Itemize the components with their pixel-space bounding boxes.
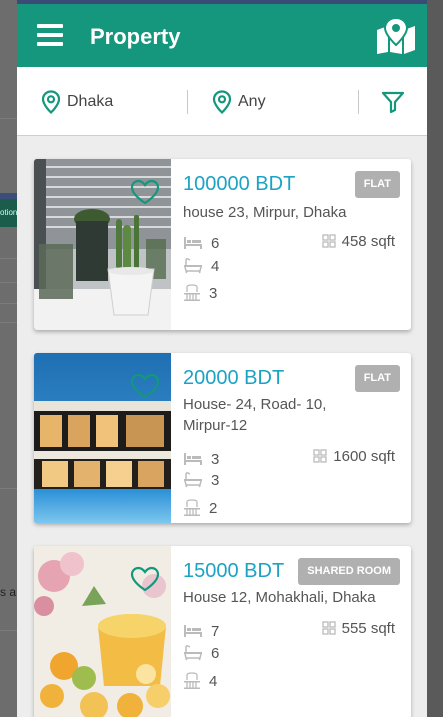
balcony-icon	[184, 672, 200, 689]
listing-area: 458 sqft	[321, 231, 395, 251]
balcony-icon	[184, 499, 200, 516]
divider	[187, 90, 188, 114]
bathroom-count: 3	[183, 470, 219, 490]
filter-bar: Dhaka Any	[17, 67, 427, 136]
background-page-left: otion s a	[0, 0, 17, 717]
bedroom-count: 7	[183, 621, 219, 641]
filter-icon[interactable]	[381, 91, 405, 113]
listing-address: House- 24, Road- 10, Mirpur-12	[183, 396, 327, 434]
bathroom-count: 6	[183, 643, 219, 663]
page-title: Property	[90, 24, 181, 49]
listing-card[interactable]: 100000 BDT FLAT house 23, Mirpur, Dhaka …	[34, 159, 411, 330]
favorite-heart-icon[interactable]	[130, 179, 160, 205]
bedroom-count: 3	[183, 449, 219, 469]
background-page-right	[427, 0, 443, 717]
balcony-count: 2	[183, 498, 217, 518]
listing-card[interactable]: 20000 BDT FLAT House- 24, Road- 10, Mirp…	[34, 353, 411, 523]
listing-type-badge: FLAT	[354, 171, 400, 198]
listing-price: 100000 BDT	[183, 173, 296, 195]
area-grid-icon	[313, 449, 327, 463]
background-text-fragment: otion	[0, 208, 17, 217]
balcony-count: 3	[183, 283, 217, 303]
bathtub-icon	[184, 645, 202, 661]
bed-icon	[184, 237, 202, 249]
location-pin-icon	[41, 90, 61, 114]
menu-icon[interactable]	[37, 24, 63, 46]
bed-icon	[184, 625, 202, 637]
bathtub-icon	[184, 472, 202, 488]
balcony-icon	[184, 284, 200, 301]
area-grid-icon	[321, 234, 336, 248]
property-app-panel: Property Dhaka Any 100000 BDT FLAT house…	[17, 0, 427, 717]
map-icon[interactable]	[375, 18, 417, 54]
bed-icon	[184, 453, 202, 465]
area-filter-label: Any	[238, 93, 266, 110]
listing-type-badge: FLAT	[354, 365, 400, 392]
listing-area: 555 sqft	[321, 618, 395, 638]
area-grid-icon	[321, 621, 336, 635]
listing-card[interactable]: 15000 BDT SHARED ROOM House 12, Mohakhal…	[34, 546, 411, 717]
area-filter[interactable]: Any	[212, 89, 266, 115]
listing-address: house 23, Mirpur, Dhaka	[183, 204, 347, 221]
favorite-heart-icon[interactable]	[130, 373, 160, 399]
bathtub-icon	[184, 258, 202, 274]
location-filter[interactable]: Dhaka	[41, 89, 113, 115]
balcony-count: 4	[183, 671, 217, 691]
listing-price: 20000 BDT	[183, 367, 285, 389]
location-pin-icon	[212, 90, 232, 114]
location-filter-label: Dhaka	[67, 93, 114, 110]
listing-type-badge: SHARED ROOM	[298, 558, 400, 585]
bathroom-count: 4	[183, 256, 219, 276]
background-text-fragment: s a	[0, 585, 17, 599]
listing-price: 15000 BDT	[183, 560, 285, 582]
listing-area: 1600 sqft	[313, 446, 395, 466]
divider	[358, 90, 359, 114]
listing-address: House 12, Mohakhali, Dhaka	[183, 589, 376, 606]
app-bar: Property	[17, 4, 427, 67]
favorite-heart-icon[interactable]	[130, 566, 160, 592]
bedroom-count: 6	[183, 233, 219, 253]
